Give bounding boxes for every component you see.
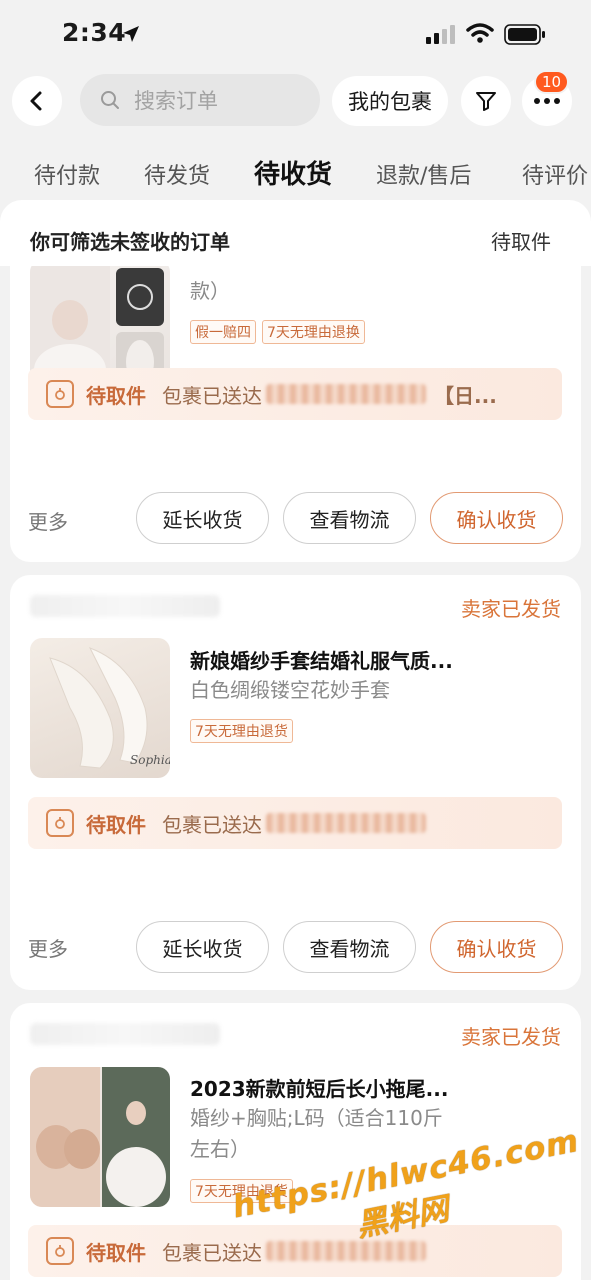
product-sku-line2: 款） bbox=[190, 279, 230, 303]
tab-pending-receipt[interactable]: 待收货 bbox=[254, 154, 332, 191]
chevron-left-icon bbox=[30, 91, 42, 111]
product-tags: 假一赔四 7天无理由退换 bbox=[190, 320, 365, 344]
shipping-status: 卖家已发货 bbox=[461, 1025, 561, 1049]
package-icon bbox=[46, 380, 74, 408]
status-time: 2:34 bbox=[62, 18, 127, 47]
funnel-icon bbox=[476, 92, 496, 111]
logistics-bar[interactable]: 待取件 包裹已送达 【日... bbox=[28, 368, 562, 420]
tag-7day-return: 7天无理由退换 bbox=[262, 320, 365, 344]
back-button[interactable] bbox=[12, 76, 62, 126]
more-link[interactable]: 更多 bbox=[28, 933, 68, 962]
product-sku: 白色绸缎镂空花妙手套 bbox=[190, 678, 390, 702]
tab-pending-shipment[interactable]: 待发货 bbox=[144, 158, 210, 190]
my-packages-button[interactable]: 我的包裹 bbox=[332, 76, 448, 126]
extend-receipt-button[interactable]: 延长收货 bbox=[136, 492, 269, 544]
search-placeholder: 搜索订单 bbox=[134, 89, 218, 113]
product-image bbox=[30, 1067, 170, 1207]
location-arrow-icon bbox=[123, 26, 139, 42]
logistics-detail: 包裹已送达 bbox=[162, 812, 262, 837]
cellular-signal-icon bbox=[426, 25, 455, 44]
order-card: 卖家已发货 2023新款前短后长小拖尾... 婚纱+胸贴;L码（适合110斤 左… bbox=[10, 1003, 581, 1280]
filter-button[interactable] bbox=[461, 76, 511, 126]
tab-refund-aftersale[interactable]: 退款/售后 bbox=[376, 158, 471, 190]
order-card: 卖家已发货 Sophia 新娘婚纱手套结婚礼服气质... 白色绸缎镂空花妙手套 … bbox=[10, 575, 581, 990]
product-thumbnail[interactable] bbox=[30, 1067, 170, 1207]
extend-receipt-button[interactable]: 延长收货 bbox=[136, 921, 269, 973]
logistics-detail: 包裹已送达 bbox=[162, 1240, 262, 1265]
product-title[interactable]: 2023新款前短后长小拖尾... bbox=[190, 1073, 448, 1102]
order-status-tabs: 待付款 待发货 待收货 退款/售后 待评价 bbox=[0, 150, 591, 200]
filter-hint-text: 你可筛选未签收的订单 bbox=[30, 230, 230, 254]
redacted-address bbox=[266, 384, 426, 404]
view-logistics-button[interactable]: 查看物流 bbox=[283, 921, 416, 973]
more-dots-icon bbox=[534, 98, 560, 104]
search-icon bbox=[101, 91, 119, 109]
product-sku-line1: 婚纱+胸贴;L码（适合110斤 bbox=[190, 1106, 443, 1130]
tab-pending-review[interactable]: 待评价 bbox=[522, 158, 588, 190]
product-brand-text: Sophia bbox=[130, 753, 170, 767]
pickup-filter-link[interactable]: 待取件 bbox=[491, 226, 551, 255]
package-icon bbox=[46, 1237, 74, 1265]
redacted-address bbox=[266, 813, 426, 833]
notification-badge: 10 bbox=[534, 70, 570, 94]
logistics-status-label: 待取件 bbox=[86, 383, 146, 408]
product-tags: 7天无理由退货 bbox=[190, 719, 293, 743]
redacted-shop-name bbox=[30, 1023, 220, 1045]
product-tags: 7天无理由退货 bbox=[190, 1179, 293, 1203]
tag-7day-return: 7天无理由退货 bbox=[190, 719, 293, 743]
redacted-shop-name bbox=[30, 595, 220, 617]
package-icon bbox=[46, 809, 74, 837]
filter-hint-bar: 你可筛选未签收的订单 待取件 bbox=[0, 200, 591, 266]
tag-7day-return: 7天无理由退货 bbox=[190, 1179, 293, 1203]
header-bar: 搜索订单 我的包裹 bbox=[0, 70, 591, 130]
logistics-status-label: 待取件 bbox=[86, 1240, 146, 1265]
logistics-status-label: 待取件 bbox=[86, 812, 146, 837]
search-input[interactable]: 搜索订单 bbox=[80, 74, 320, 126]
view-logistics-button[interactable]: 查看物流 bbox=[283, 492, 416, 544]
logistics-detail: 包裹已送达 bbox=[162, 383, 262, 408]
confirm-receipt-button[interactable]: 确认收货 bbox=[430, 921, 563, 973]
product-sku-line2: 左右） bbox=[190, 1137, 250, 1161]
tab-pending-payment[interactable]: 待付款 bbox=[34, 158, 100, 190]
battery-icon bbox=[504, 24, 545, 45]
logistics-bar[interactable]: 待取件 包裹已送达 bbox=[28, 797, 562, 849]
wifi-icon bbox=[466, 23, 494, 43]
confirm-receipt-button[interactable]: 确认收货 bbox=[430, 492, 563, 544]
logistics-bar[interactable]: 待取件 包裹已送达 bbox=[28, 1225, 562, 1277]
tag-fake-compensation: 假一赔四 bbox=[190, 320, 256, 344]
shipping-status: 卖家已发货 bbox=[461, 597, 561, 621]
product-title[interactable]: 新娘婚纱手套结婚礼服气质... bbox=[190, 645, 453, 674]
product-thumbnail[interactable]: Sophia bbox=[30, 638, 170, 778]
status-bar: 2:34 bbox=[0, 0, 591, 70]
redacted-address bbox=[266, 1241, 426, 1261]
logistics-suffix: 【日... bbox=[434, 383, 497, 408]
more-link[interactable]: 更多 bbox=[28, 506, 68, 535]
